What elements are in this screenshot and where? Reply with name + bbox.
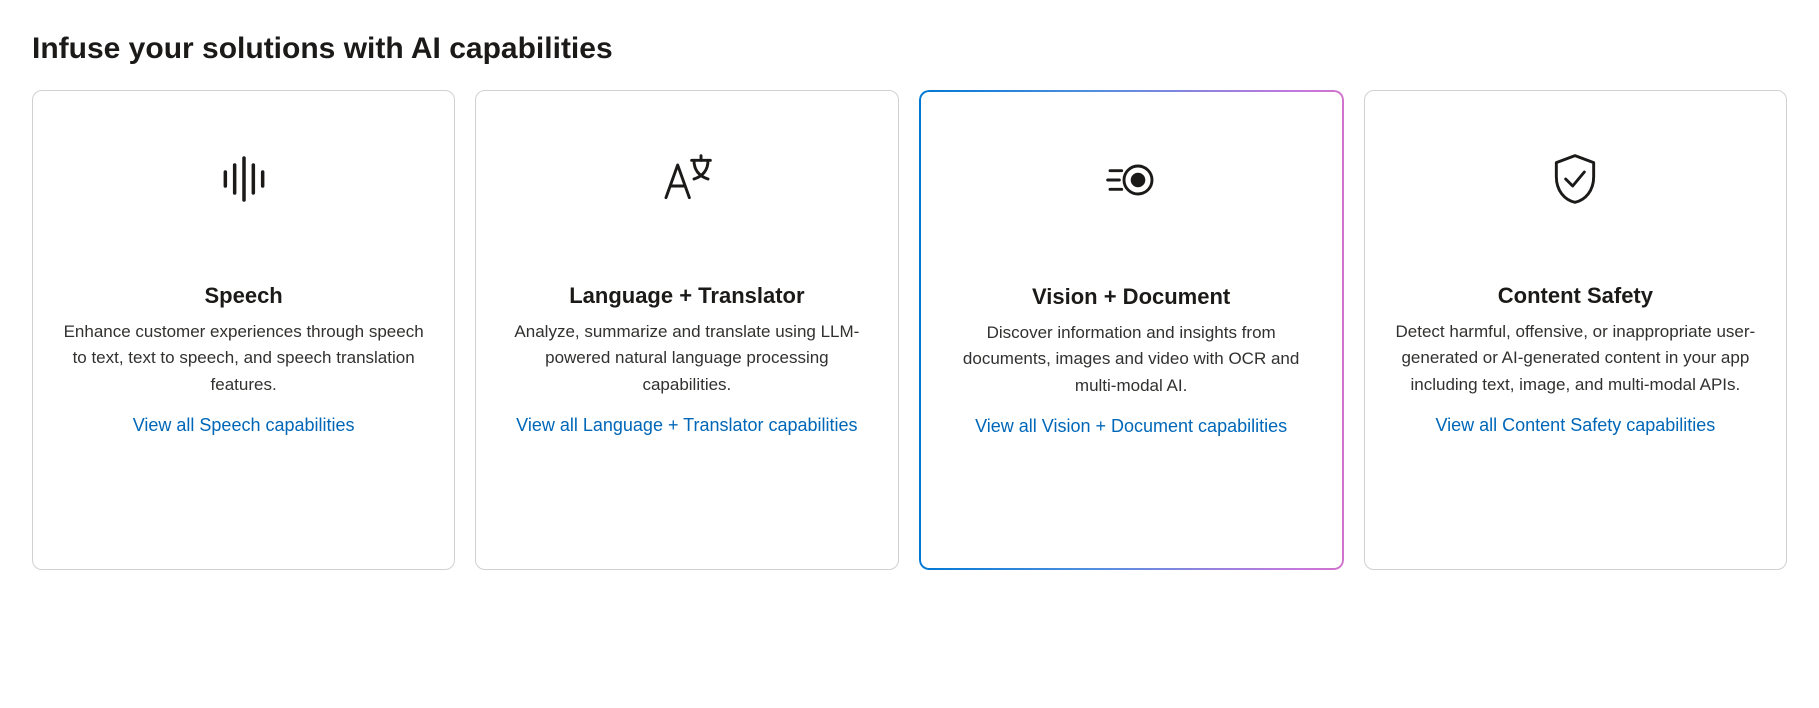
capability-card-content-safety[interactable]: Content Safety Detect harmful, offensive… xyxy=(1364,90,1787,570)
translate-icon xyxy=(659,147,715,211)
capability-card-speech[interactable]: Speech Enhance customer experiences thro… xyxy=(32,90,455,570)
vision-eye-icon xyxy=(1103,148,1159,212)
view-all-vision-link[interactable]: View all Vision + Document capabilities xyxy=(975,413,1287,440)
view-all-content-safety-link[interactable]: View all Content Safety capabilities xyxy=(1435,412,1715,439)
capability-card-vision[interactable]: Vision + Document Discover information a… xyxy=(919,90,1344,570)
card-title: Speech xyxy=(204,283,282,309)
shield-check-icon xyxy=(1547,147,1603,211)
view-all-speech-link[interactable]: View all Speech capabilities xyxy=(133,412,355,439)
card-description: Detect harmful, offensive, or inappropri… xyxy=(1389,319,1762,398)
card-description: Discover information and insights from d… xyxy=(945,320,1318,399)
capability-cards-row: Speech Enhance customer experiences thro… xyxy=(32,90,1787,570)
card-description: Enhance customer experiences through spe… xyxy=(57,319,430,398)
card-title: Vision + Document xyxy=(1032,284,1230,310)
view-all-language-link[interactable]: View all Language + Translator capabilit… xyxy=(516,412,857,439)
card-title: Content Safety xyxy=(1498,283,1653,309)
audio-wave-icon xyxy=(216,147,272,211)
capability-card-language[interactable]: Language + Translator Analyze, summarize… xyxy=(475,90,898,570)
card-description: Analyze, summarize and translate using L… xyxy=(500,319,873,398)
section-heading: Infuse your solutions with AI capabiliti… xyxy=(32,32,1787,66)
card-title: Language + Translator xyxy=(569,283,804,309)
